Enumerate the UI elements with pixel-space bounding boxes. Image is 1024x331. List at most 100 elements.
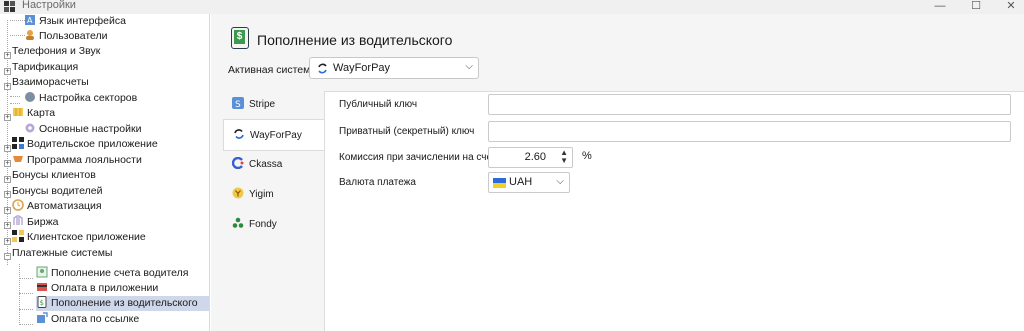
tree-item-label: Язык интерфейса bbox=[39, 15, 126, 27]
page-title: Пополнение из водительского bbox=[257, 32, 453, 48]
currency-value: UAH bbox=[509, 176, 533, 188]
tab-stripe[interactable]: S Stripe bbox=[223, 91, 324, 119]
users-icon bbox=[26, 30, 34, 40]
public-key-input[interactable] bbox=[488, 94, 1011, 115]
tree-item-label: Биржа bbox=[27, 216, 59, 228]
tree-item-driver-topup[interactable]: Пополнение счета водителя bbox=[36, 266, 188, 281]
tree-item-sectors[interactable]: Настройка секторов bbox=[24, 91, 137, 106]
currency-select[interactable]: UAH ⌵ bbox=[488, 172, 570, 193]
ckassa-icon bbox=[232, 157, 244, 169]
tree-item-tariffs[interactable]: Тарификация bbox=[12, 60, 78, 75]
svg-text:$: $ bbox=[40, 299, 44, 307]
dollar-phone-icon: $ bbox=[37, 296, 47, 308]
percent-unit: % bbox=[582, 150, 592, 162]
tree-item-driver-bonuses[interactable]: Бонусы водителей bbox=[12, 184, 102, 199]
dollar-phone-icon: $ bbox=[231, 27, 249, 49]
tree-item-label: Программа лояльности bbox=[27, 154, 142, 166]
expand-icon[interactable]: + bbox=[4, 160, 11, 167]
tree-item-label: Тарификация bbox=[12, 61, 79, 73]
collapse-icon[interactable]: − bbox=[4, 253, 11, 260]
tab-label: Yigim bbox=[249, 189, 274, 200]
tree-item-label: Пополнение из водительского bbox=[51, 297, 198, 309]
language-icon: A bbox=[25, 15, 35, 25]
tree-item-label: Автоматизация bbox=[27, 200, 102, 212]
tree-item-topup-from-driver[interactable]: $ Пополнение из водительского bbox=[36, 296, 209, 311]
tree-item-automation[interactable]: Автоматизация bbox=[12, 199, 102, 214]
tree-item-label: Карта bbox=[27, 107, 56, 119]
window-title: Настройки bbox=[22, 0, 76, 11]
tree-item-label: Водительское приложение bbox=[27, 138, 158, 150]
gear-icon bbox=[25, 123, 35, 133]
app-icon bbox=[4, 1, 15, 12]
tree-item-map[interactable]: Карта bbox=[12, 106, 55, 121]
title-bar: Настройки — ☐ ✕ bbox=[0, 0, 1024, 14]
tree-item-label: Пополнение счета водителя bbox=[51, 267, 189, 279]
expand-icon[interactable]: + bbox=[4, 176, 11, 183]
tree-item-driver-app[interactable]: Водительское приложение bbox=[12, 137, 158, 152]
chevron-down-icon: ⌵ bbox=[556, 176, 564, 187]
account-icon bbox=[36, 266, 48, 278]
tree-item-client-bonuses[interactable]: Бонусы клиентов bbox=[12, 168, 96, 183]
tree-item-loyalty[interactable]: Программа лояльности bbox=[12, 153, 142, 168]
tab-label: WayForPay bbox=[250, 130, 302, 141]
wayforpay-settings-panel: Публичный ключ Приватный (секретный) клю… bbox=[324, 91, 1024, 331]
tab-ckassa[interactable]: Ckassa bbox=[223, 151, 324, 179]
svg-text:S: S bbox=[235, 100, 241, 109]
stripe-icon: S bbox=[232, 97, 244, 109]
tab-fondy[interactable]: Fondy bbox=[223, 211, 324, 239]
tree-item-exchange[interactable]: Биржа bbox=[12, 215, 58, 230]
tree-item-payment-systems[interactable]: Платежные системы bbox=[12, 246, 112, 261]
tree-item-main-settings[interactable]: Основные настройки bbox=[24, 122, 141, 137]
chevron-down-icon: ⌵ bbox=[465, 61, 473, 72]
tab-yigim[interactable]: Yigim bbox=[223, 181, 324, 209]
maximize-icon[interactable]: ☐ bbox=[961, 0, 991, 14]
expand-icon[interactable]: + bbox=[4, 238, 11, 245]
expand-icon[interactable]: + bbox=[4, 52, 11, 59]
wayforpay-icon bbox=[234, 129, 244, 139]
tree-item-language[interactable]: A Язык интерфейса bbox=[24, 14, 126, 29]
tree-item-label: Настройка секторов bbox=[39, 92, 138, 104]
tree-item-link-payment[interactable]: Оплата по ссылке bbox=[36, 312, 139, 327]
private-key-input[interactable] bbox=[488, 121, 1011, 142]
close-icon[interactable]: ✕ bbox=[996, 0, 1024, 14]
yigim-icon bbox=[232, 187, 244, 199]
active-system-select[interactable]: WayForPay ⌵ bbox=[309, 57, 479, 79]
expand-icon[interactable]: + bbox=[4, 145, 11, 152]
commission-spinner[interactable]: 2.60 ▲ ▼ bbox=[488, 147, 573, 168]
main-area: $ Пополнение из водительского Активная с… bbox=[211, 14, 1024, 331]
expand-icon[interactable]: + bbox=[4, 68, 11, 75]
fondy-icon bbox=[232, 217, 244, 228]
tab-label: Stripe bbox=[249, 99, 276, 110]
expand-icon[interactable]: + bbox=[4, 83, 11, 90]
dollar-glyph: $ bbox=[234, 30, 245, 44]
tree-item-label: Бонусы водителей bbox=[12, 185, 103, 197]
tree-item-in-app-payment[interactable]: Оплата в приложении bbox=[36, 281, 158, 296]
minimize-icon[interactable]: — bbox=[925, 0, 955, 14]
map-icon bbox=[13, 108, 23, 116]
commission-value: 2.60 bbox=[524, 151, 546, 163]
tab-label: Fondy bbox=[249, 219, 277, 230]
spinner-arrows-icon[interactable]: ▲ ▼ bbox=[560, 149, 568, 165]
payment-tabs: S Stripe WayForPay Ckassa Yigim Fondy bbox=[223, 91, 324, 331]
link-icon bbox=[37, 312, 48, 323]
active-system-label: Активная система: bbox=[228, 64, 320, 76]
ukraine-flag-icon bbox=[493, 178, 506, 188]
expand-icon[interactable]: + bbox=[4, 191, 11, 198]
expand-icon[interactable]: + bbox=[4, 222, 11, 229]
tree-item-label: Клиентское приложение bbox=[27, 231, 146, 243]
tree-item-client-app[interactable]: Клиентское приложение bbox=[12, 230, 146, 245]
expand-icon[interactable]: + bbox=[4, 207, 11, 214]
expand-icon[interactable]: + bbox=[4, 114, 11, 121]
tree-item-label: Бонусы клиентов bbox=[12, 169, 96, 181]
exchange-icon bbox=[13, 215, 23, 225]
tree-item-users[interactable]: Пользователи bbox=[24, 29, 108, 44]
tree-item-telephony[interactable]: Телефония и Звук bbox=[12, 44, 100, 59]
tab-wayforpay[interactable]: WayForPay bbox=[223, 119, 324, 151]
card-icon bbox=[37, 283, 47, 291]
tree-item-label: Платежные системы bbox=[12, 247, 113, 259]
commission-label: Комиссия при зачислении на счет bbox=[339, 152, 497, 163]
private-key-label: Приватный (секретный) ключ bbox=[339, 126, 475, 137]
automation-icon bbox=[12, 199, 24, 211]
tree-item-settlements[interactable]: Взаиморасчеты bbox=[12, 75, 89, 90]
tree-item-label: Взаиморасчеты bbox=[12, 76, 89, 88]
